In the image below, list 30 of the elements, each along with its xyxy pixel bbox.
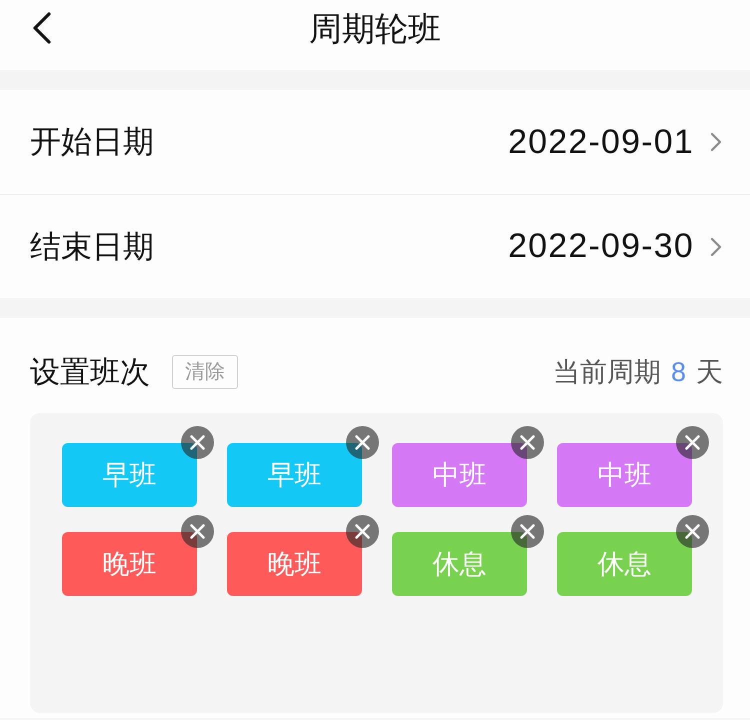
date-value: 2022-09-30: [508, 227, 694, 266]
row-label: 结束日期: [30, 228, 155, 266]
shift-tag[interactable]: 休息: [392, 532, 527, 596]
date-row[interactable]: 结束日期 2022-09-30: [0, 194, 750, 298]
chevron-right-icon: [710, 236, 722, 256]
close-icon[interactable]: [181, 515, 214, 548]
row-label: 开始日期: [30, 123, 155, 161]
cycle-unit: 天: [696, 356, 723, 389]
close-icon[interactable]: [346, 426, 379, 459]
cycle-label: 当前周期: [552, 356, 661, 389]
date-row[interactable]: 开始日期 2022-09-01: [0, 90, 750, 194]
close-icon[interactable]: [511, 426, 544, 459]
shift-tag[interactable]: 中班: [557, 443, 692, 507]
close-icon[interactable]: [676, 515, 709, 548]
shift-tag[interactable]: 晚班: [62, 532, 197, 596]
close-icon[interactable]: [511, 515, 544, 548]
page-title: 周期轮班: [309, 8, 441, 48]
shift-tag[interactable]: 晚班: [227, 532, 362, 596]
shift-tag[interactable]: 早班: [227, 443, 362, 507]
close-icon[interactable]: [346, 515, 379, 548]
clear-button[interactable]: 清除: [172, 355, 238, 389]
date-value: 2022-09-01: [508, 122, 694, 162]
shift-tag[interactable]: 休息: [557, 532, 692, 596]
section-title: 设置班次: [30, 354, 150, 390]
close-icon[interactable]: [181, 426, 214, 459]
chevron-right-icon: [710, 132, 722, 152]
cycle-count: 8: [670, 356, 686, 388]
close-icon[interactable]: [676, 426, 709, 459]
shift-tag[interactable]: 早班: [62, 443, 197, 507]
shift-tag[interactable]: 中班: [392, 443, 527, 507]
